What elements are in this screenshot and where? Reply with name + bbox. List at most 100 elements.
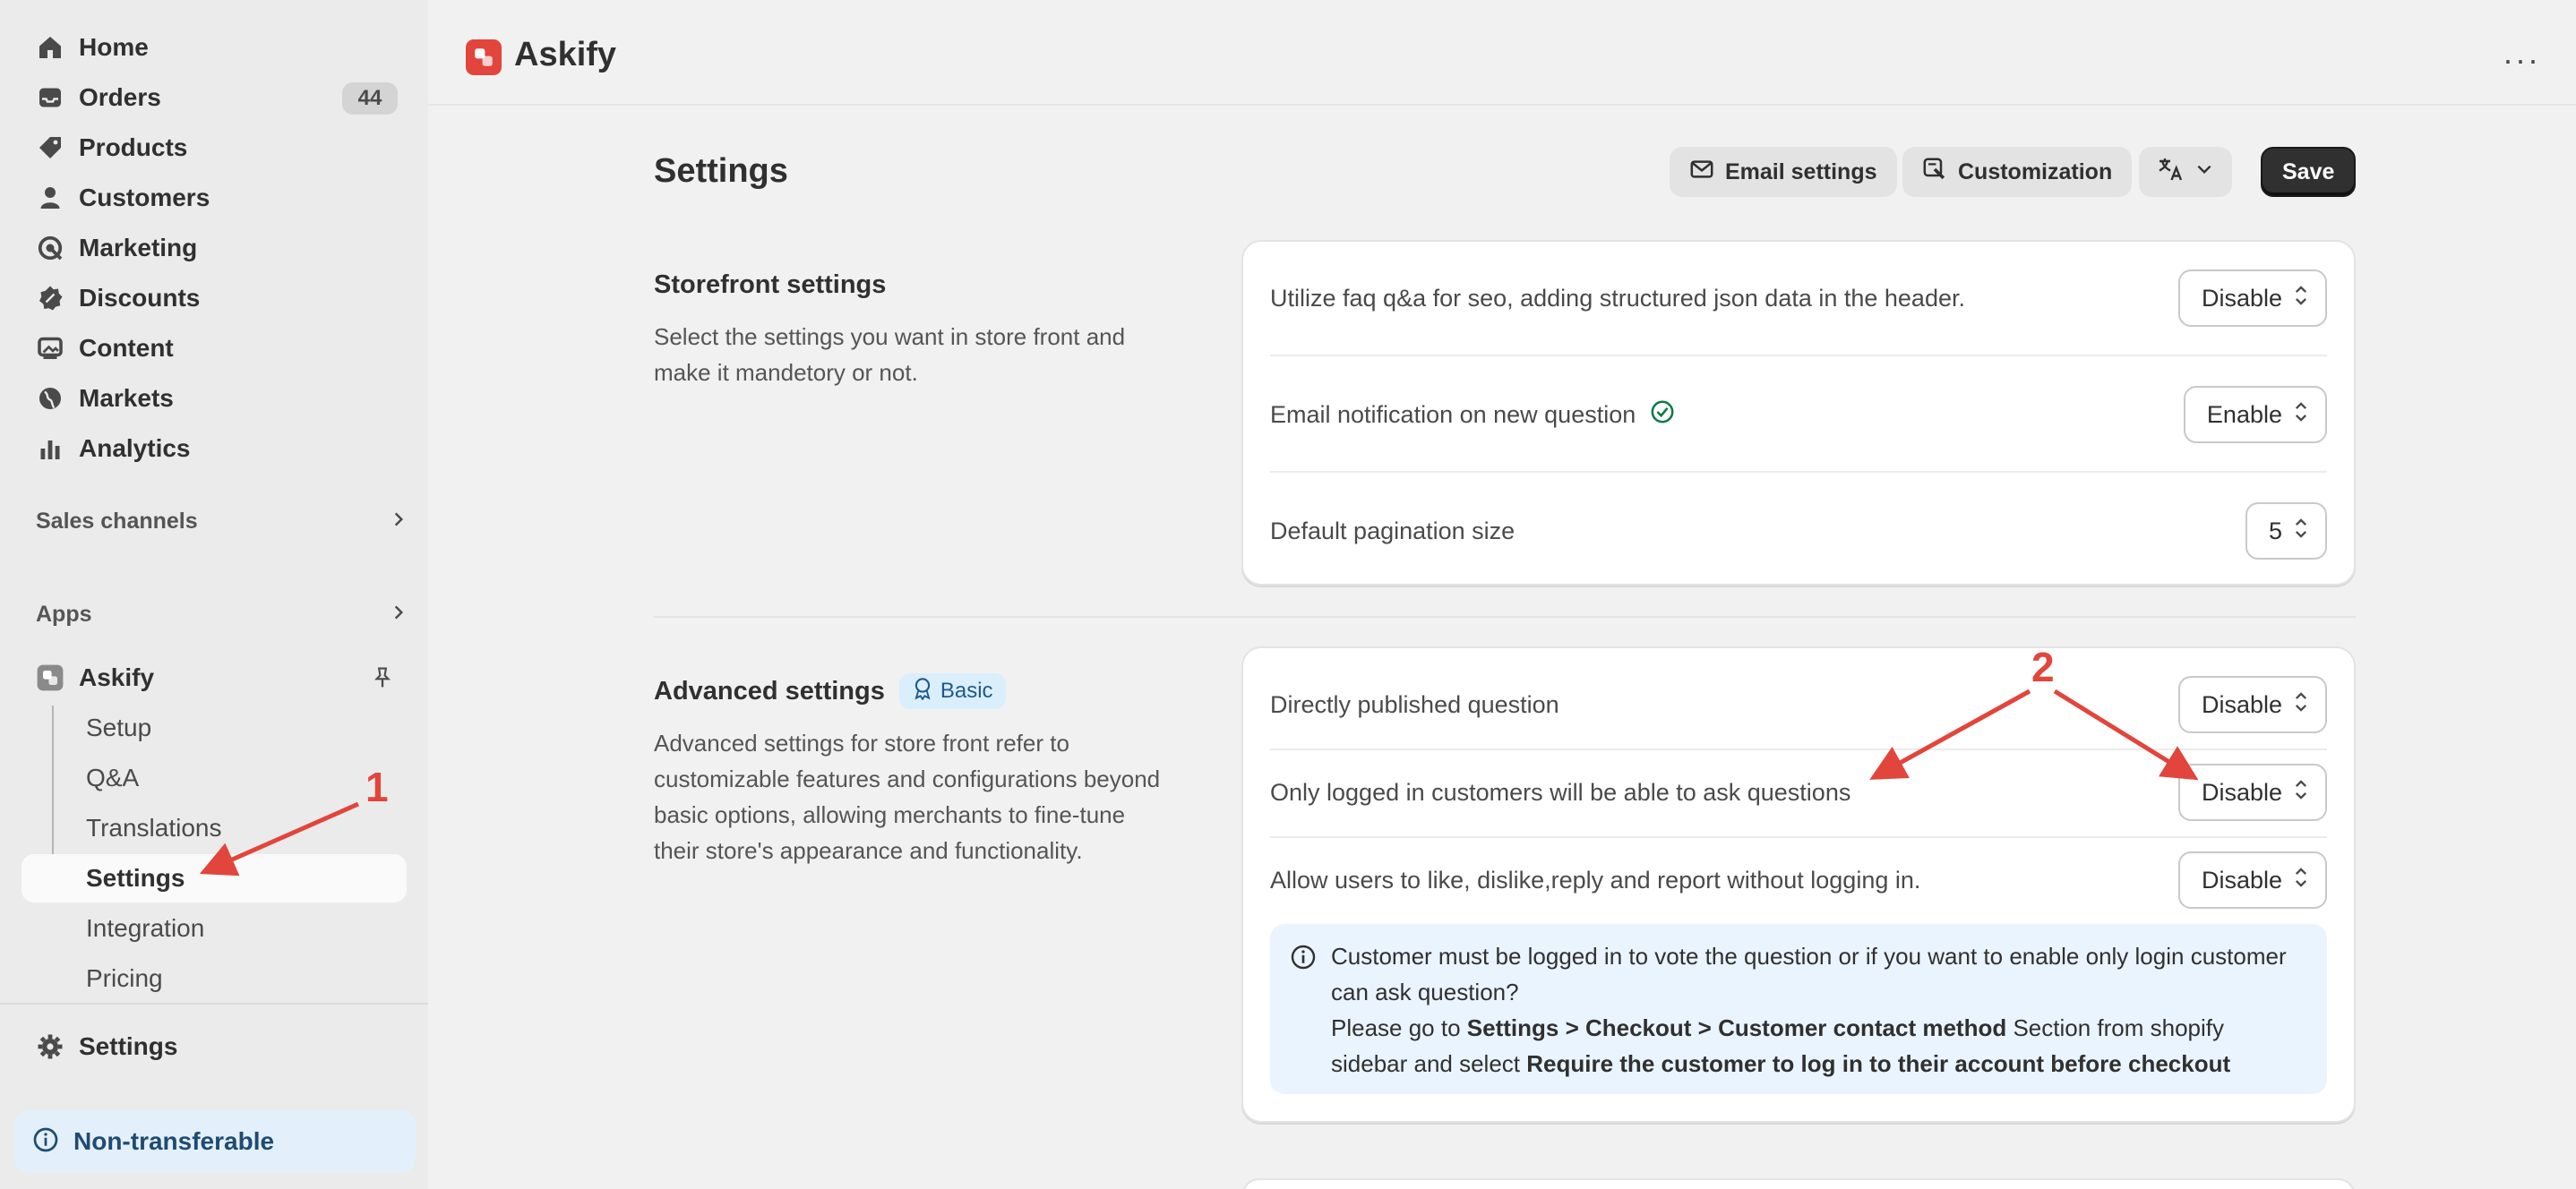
setting-row-pagination: Default pagination size 5 [1270,501,2327,560]
sidebar-item-label: Products [79,133,188,161]
target-icon [21,235,79,261]
pin-icon[interactable] [371,666,394,694]
sidebar-item-askify[interactable]: Askify [21,654,407,702]
discount-icon [21,285,79,312]
setting-row-email-notification: Email notification on new question Enabl… [1270,385,2327,444]
sidebar-subitem-settings[interactable]: Settings [21,854,407,902]
sidebar-item-content[interactable]: Content [21,324,407,372]
chevron-right-icon [389,603,408,627]
sidebar-item-label: Markets [79,384,174,412]
sidebar-item-markets[interactable]: Markets [21,374,407,423]
sidebar-item-home[interactable]: Home [21,23,407,72]
sidebar-item-label: Marketing [79,234,198,261]
gear-icon [21,1033,79,1060]
select-arrows-icon [2293,284,2309,313]
sidebar-subitem-qa[interactable]: Q&A [21,754,407,802]
plan-badge: Basic [898,673,1006,709]
advanced-section-title: Advanced settings Basic [654,673,1006,709]
sidebar-divider [0,1003,428,1005]
setting-label: Directly published question [1270,690,1559,718]
more-actions-icon[interactable]: ··· [2503,41,2540,79]
apps-label: Apps [36,601,92,627]
sidebar-item-discounts[interactable]: Discounts [21,274,407,322]
sidebar-item-label: Settings [79,1032,178,1060]
annotation-label-2: 2 [2031,644,2055,690]
sidebar-item-analytics[interactable]: Analytics [21,424,407,473]
setting-label: Only logged in customers will be able to… [1270,778,1851,806]
setting-label: Allow users to like, dislike,reply and r… [1270,866,1921,894]
tag-icon [21,134,79,161]
non-transferable-banner[interactable]: Non-transferable [14,1110,416,1173]
email-notification-select[interactable]: Enable [2183,386,2327,443]
plan-badge-label: Basic [940,679,993,703]
storefront-section-title: Storefront settings [654,270,886,300]
logged-in-only-select[interactable]: Disable [2177,764,2327,821]
sidebar-subitem-integration[interactable]: Integration [21,904,407,953]
storefront-title-text: Storefront settings [654,270,887,299]
select-arrows-icon [2293,517,2309,546]
info-line-1: Customer must be logged in to vote the q… [1331,943,2287,1005]
image-icon [21,335,79,362]
seo-select[interactable]: Disable [2177,269,2327,327]
sidebar-item-label: Home [79,33,149,61]
setting-label: Email notification on new question [1270,400,1636,428]
sidebar-item-orders[interactable]: Orders 44 [21,73,407,122]
direct-publish-select[interactable]: Disable [2177,676,2327,733]
info-banner: Customer must be logged in to vote the q… [1270,924,2327,1094]
orders-count-badge: 44 [342,82,398,115]
askify-app-icon [21,663,79,692]
storefront-settings-card: Utilize faq q&a for seo, adding structur… [1241,240,2356,586]
advanced-section-description: Advanced settings for store front refer … [654,730,1161,864]
award-icon [912,677,933,706]
bar-chart-icon [21,435,79,462]
sidebar-item-customers[interactable]: Customers [21,174,407,222]
pagination-size-select[interactable]: 5 [2245,502,2327,560]
apps-header[interactable]: Apps [36,596,408,632]
sidebar-item-products[interactable]: Products [21,124,407,172]
info-icon [1290,944,1317,980]
customization-button[interactable]: Customization [1902,147,2133,197]
sidebar-item-label: Content [79,334,174,362]
check-circle-icon [1650,399,1675,431]
save-button[interactable]: Save [2261,147,2357,197]
sales-channels-header[interactable]: Sales channels [36,503,408,539]
page-title: Settings [654,152,788,190]
inbox-icon [21,84,79,111]
advanced-settings-card: Directly published question Disable Only… [1241,646,2356,1123]
sidebar-item-settings[interactable]: Settings [21,1022,407,1071]
setting-row-direct-publish: Directly published question Disable [1270,675,2327,734]
language-select-button[interactable] [2139,147,2232,197]
sidebar: Home Orders 44 Products Customers Market… [0,0,428,1189]
mail-icon [1689,157,1714,188]
chevron-down-icon [2194,159,2214,185]
info-bold-path: Settings > Checkout > Customer contact m… [1466,1014,2007,1041]
sidebar-subitem-translations[interactable]: Translations [21,804,407,852]
setting-row-logged-in-only: Only logged in customers will be able to… [1270,763,2327,822]
home-icon [21,34,79,61]
sidebar-subitem-setup[interactable]: Setup [21,704,407,752]
annotation-label-1: 1 [365,764,389,810]
info-text: Please go to [1331,1014,1467,1041]
customization-label: Customization [1958,158,2113,184]
chevron-right-icon [389,509,408,534]
globe-icon [21,385,79,412]
sidebar-item-label: Orders [79,83,161,111]
select-value: 5 [2268,517,2282,544]
row-divider [1270,355,2327,356]
anonymous-actions-select[interactable]: Disable [2177,851,2327,909]
sidebar-item-label: Askify [79,663,155,691]
next-card-edge [1241,1178,2356,1189]
advanced-title-text: Advanced settings [654,676,885,706]
app-title: Askify [514,36,617,73]
email-settings-button[interactable]: Email settings [1670,147,1897,197]
select-value: Disable [2201,690,2282,718]
paint-icon [1922,157,1947,188]
sidebar-item-label: Analytics [79,434,191,462]
info-line-2: Please go to Settings > Checkout > Custo… [1331,1010,2300,1082]
setting-label: Utilize faq q&a for seo, adding structur… [1270,284,1965,312]
sidebar-item-marketing[interactable]: Marketing [21,224,407,272]
setting-label-wrap: Email notification on new question [1270,399,1675,431]
setting-row-anonymous-actions: Allow users to like, dislike,reply and r… [1270,851,2327,910]
storefront-section-description: Select the settings you want in store fr… [654,323,1126,386]
sidebar-subitem-pricing[interactable]: Pricing [21,954,407,1003]
